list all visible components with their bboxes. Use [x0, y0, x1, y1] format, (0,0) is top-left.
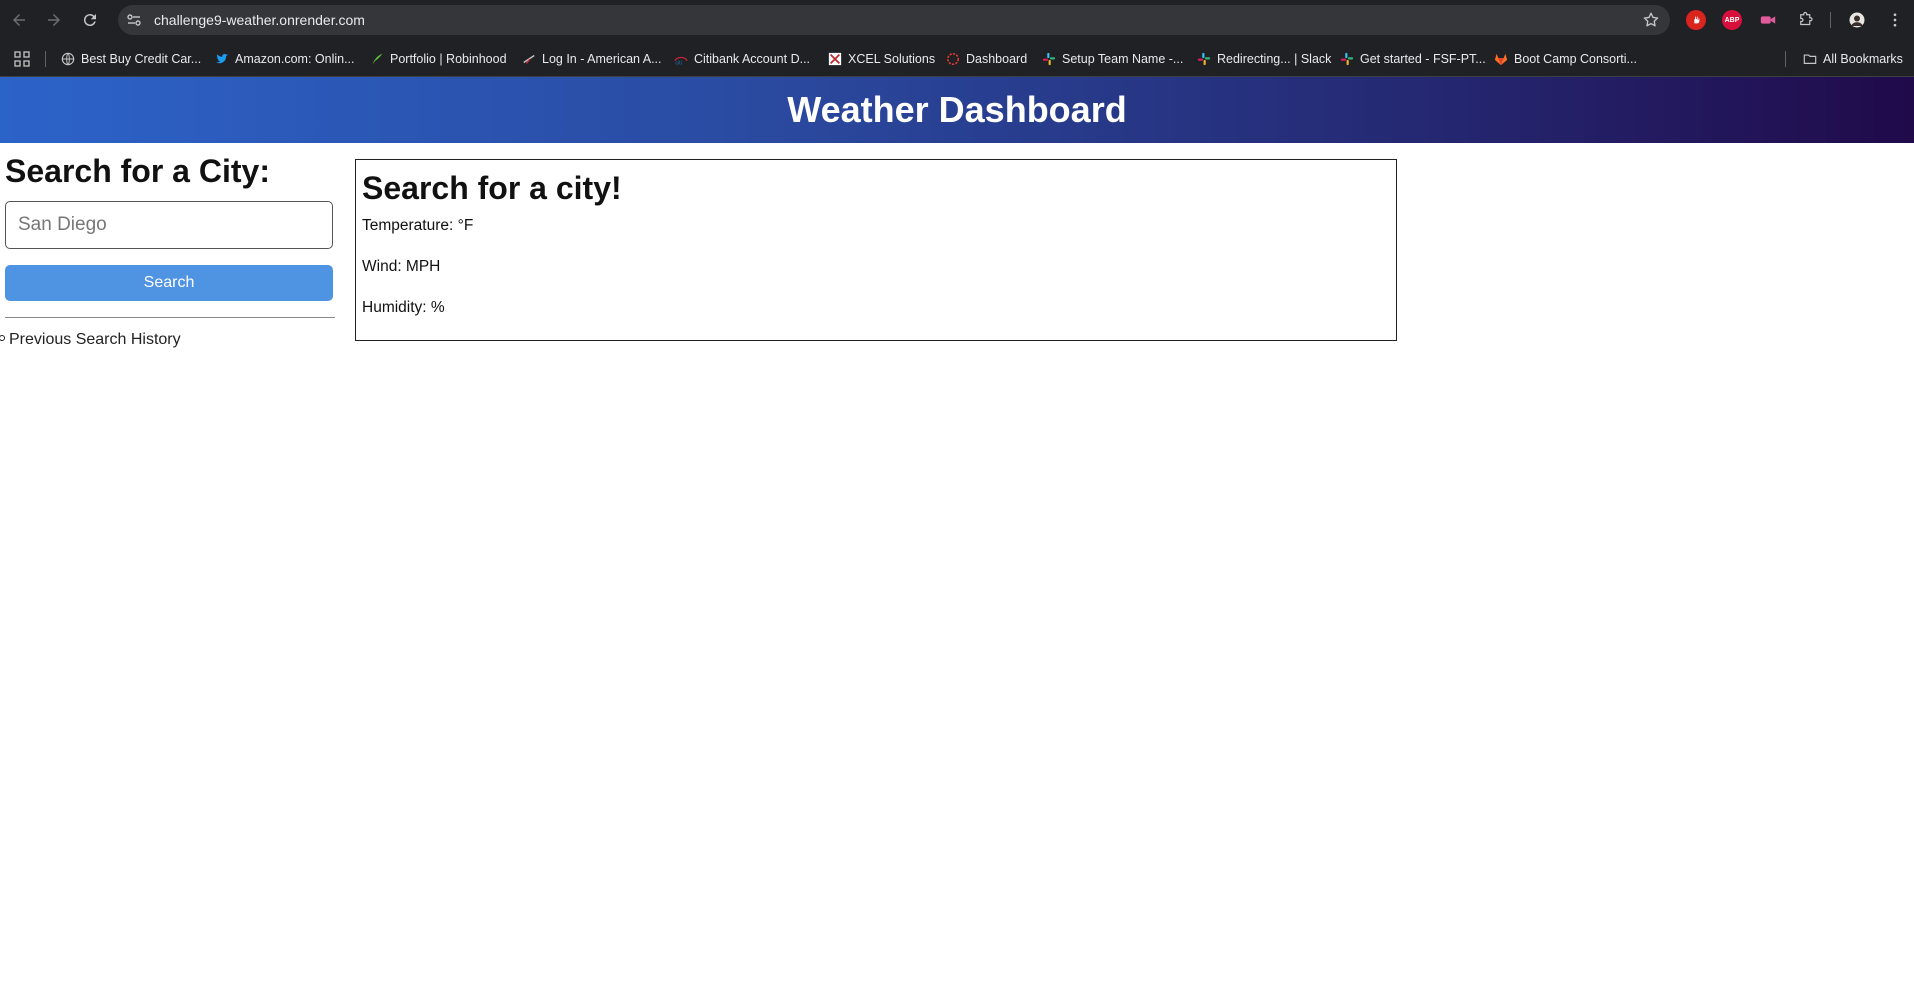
svg-text:citi: citi	[675, 60, 681, 66]
toolbar-divider	[1830, 12, 1831, 28]
address-bar[interactable]: challenge9-weather.onrender.com	[118, 5, 1670, 35]
site-info-icon[interactable]	[126, 12, 142, 28]
browser-menu-button[interactable]	[1883, 8, 1907, 32]
video-extension-icon[interactable]	[1758, 10, 1778, 30]
puzzle-icon	[1800, 11, 1813, 26]
avatar-icon	[1849, 12, 1865, 28]
xcel-icon	[828, 52, 842, 65]
forward-button[interactable]	[42, 8, 66, 32]
twitter-bird-icon	[215, 53, 229, 63]
bookmark-star-icon[interactable]	[1642, 11, 1660, 29]
bookmark-boot-camp[interactable]: Boot Camp Consorti...	[1494, 40, 1637, 77]
bookmark-amazon[interactable]: Amazon.com: Onlin...	[215, 40, 355, 77]
bookmark-get-started[interactable]: Get started - FSF-PT...	[1340, 40, 1486, 77]
all-bookmarks-label: All Bookmarks	[1823, 51, 1903, 66]
bookmark-redirecting-slack[interactable]: Redirecting... | Slack	[1197, 40, 1331, 77]
url-text: challenge9-weather.onrender.com	[154, 12, 365, 28]
hand-extension-icon[interactable]	[1686, 10, 1706, 30]
apps-button[interactable]	[14, 40, 30, 77]
bookmark-label: Best Buy Credit Car...	[81, 51, 202, 66]
weather-card-title: Search for a city!	[362, 170, 622, 206]
bookmarks-divider	[45, 51, 46, 67]
all-bookmarks-button[interactable]: All Bookmarks	[1803, 40, 1903, 77]
bookmarks-divider-right	[1785, 51, 1786, 67]
folder-icon	[1803, 53, 1817, 64]
page-title: Weather Dashboard	[787, 89, 1127, 130]
search-history-item[interactable]: Previous Search History	[0, 331, 181, 349]
adblock-label: ABP	[1724, 16, 1740, 24]
slack-icon	[1042, 52, 1056, 65]
history-label: Previous Search History	[9, 331, 181, 348]
bookmark-label: Citibank Account D...	[694, 51, 811, 66]
bookmark-label: Portfolio | Robinhood	[390, 51, 507, 66]
temperature-text: Temperature: °F	[362, 217, 474, 234]
bookmark-label: Log In - American A...	[542, 51, 662, 66]
american-airlines-icon	[523, 54, 535, 64]
robinhood-feather-icon	[372, 53, 383, 64]
bookmark-american-airlines[interactable]: Log In - American A...	[522, 40, 662, 77]
humidity-text: Humidity: %	[362, 299, 445, 316]
page-header: Weather Dashboard	[0, 77, 1914, 143]
bullet-icon	[0, 334, 5, 341]
bookmarks-bar: Best Buy Credit Car... Amazon.com: Onlin…	[0, 40, 1914, 77]
reload-icon	[83, 14, 96, 27]
city-search-input[interactable]	[5, 201, 333, 249]
wind-text: Wind: MPH	[362, 258, 441, 275]
current-weather-card: Search for a city! Temperature: °F Wind:…	[355, 159, 1397, 341]
bookmark-xcel[interactable]: XCEL Solutions	[828, 40, 935, 77]
globe-icon	[61, 52, 75, 65]
search-heading: Search for a City:	[5, 153, 270, 189]
forward-arrow-icon	[48, 14, 60, 26]
citi-icon: citi	[674, 56, 688, 66]
bookmark-citibank[interactable]: citi Citibank Account D...	[674, 40, 810, 77]
sidebar-divider	[5, 317, 335, 318]
extensions-button[interactable]	[1794, 8, 1818, 32]
bookmark-dashboard[interactable]: Dashboard	[946, 40, 1027, 77]
gitlab-icon	[1494, 53, 1508, 65]
bookmark-label: Dashboard	[966, 51, 1028, 66]
search-sidebar: Search for a City: Search Previous Searc…	[0, 153, 335, 348]
bookmark-label: Amazon.com: Onlin...	[235, 51, 355, 66]
bookmark-best-buy[interactable]: Best Buy Credit Car...	[61, 40, 201, 77]
search-button[interactable]: Search	[5, 265, 333, 301]
bookmark-robinhood[interactable]: Portfolio | Robinhood	[370, 40, 507, 77]
dashboard-circle-icon	[946, 52, 960, 65]
slack-icon	[1197, 52, 1211, 65]
adblock-plus-icon[interactable]: ABP	[1722, 10, 1742, 30]
reload-button[interactable]	[78, 8, 102, 32]
bookmark-label: Boot Camp Consorti...	[1514, 51, 1637, 66]
bookmark-label: Get started - FSF-PT...	[1360, 51, 1486, 66]
bookmark-label: Redirecting... | Slack	[1217, 51, 1332, 66]
back-arrow-icon	[13, 14, 25, 26]
profile-avatar[interactable]	[1845, 8, 1869, 32]
bookmark-label: Setup Team Name -...	[1062, 51, 1184, 66]
bookmark-setup-team[interactable]: Setup Team Name -...	[1042, 40, 1183, 77]
apps-grid-icon	[14, 50, 30, 67]
bookmark-label: XCEL Solutions	[848, 51, 936, 66]
browser-toolbar: challenge9-weather.onrender.com ABP	[0, 0, 1914, 40]
kebab-menu-icon	[1893, 13, 1897, 27]
slack-icon	[1340, 52, 1354, 65]
back-button[interactable]	[7, 8, 31, 32]
